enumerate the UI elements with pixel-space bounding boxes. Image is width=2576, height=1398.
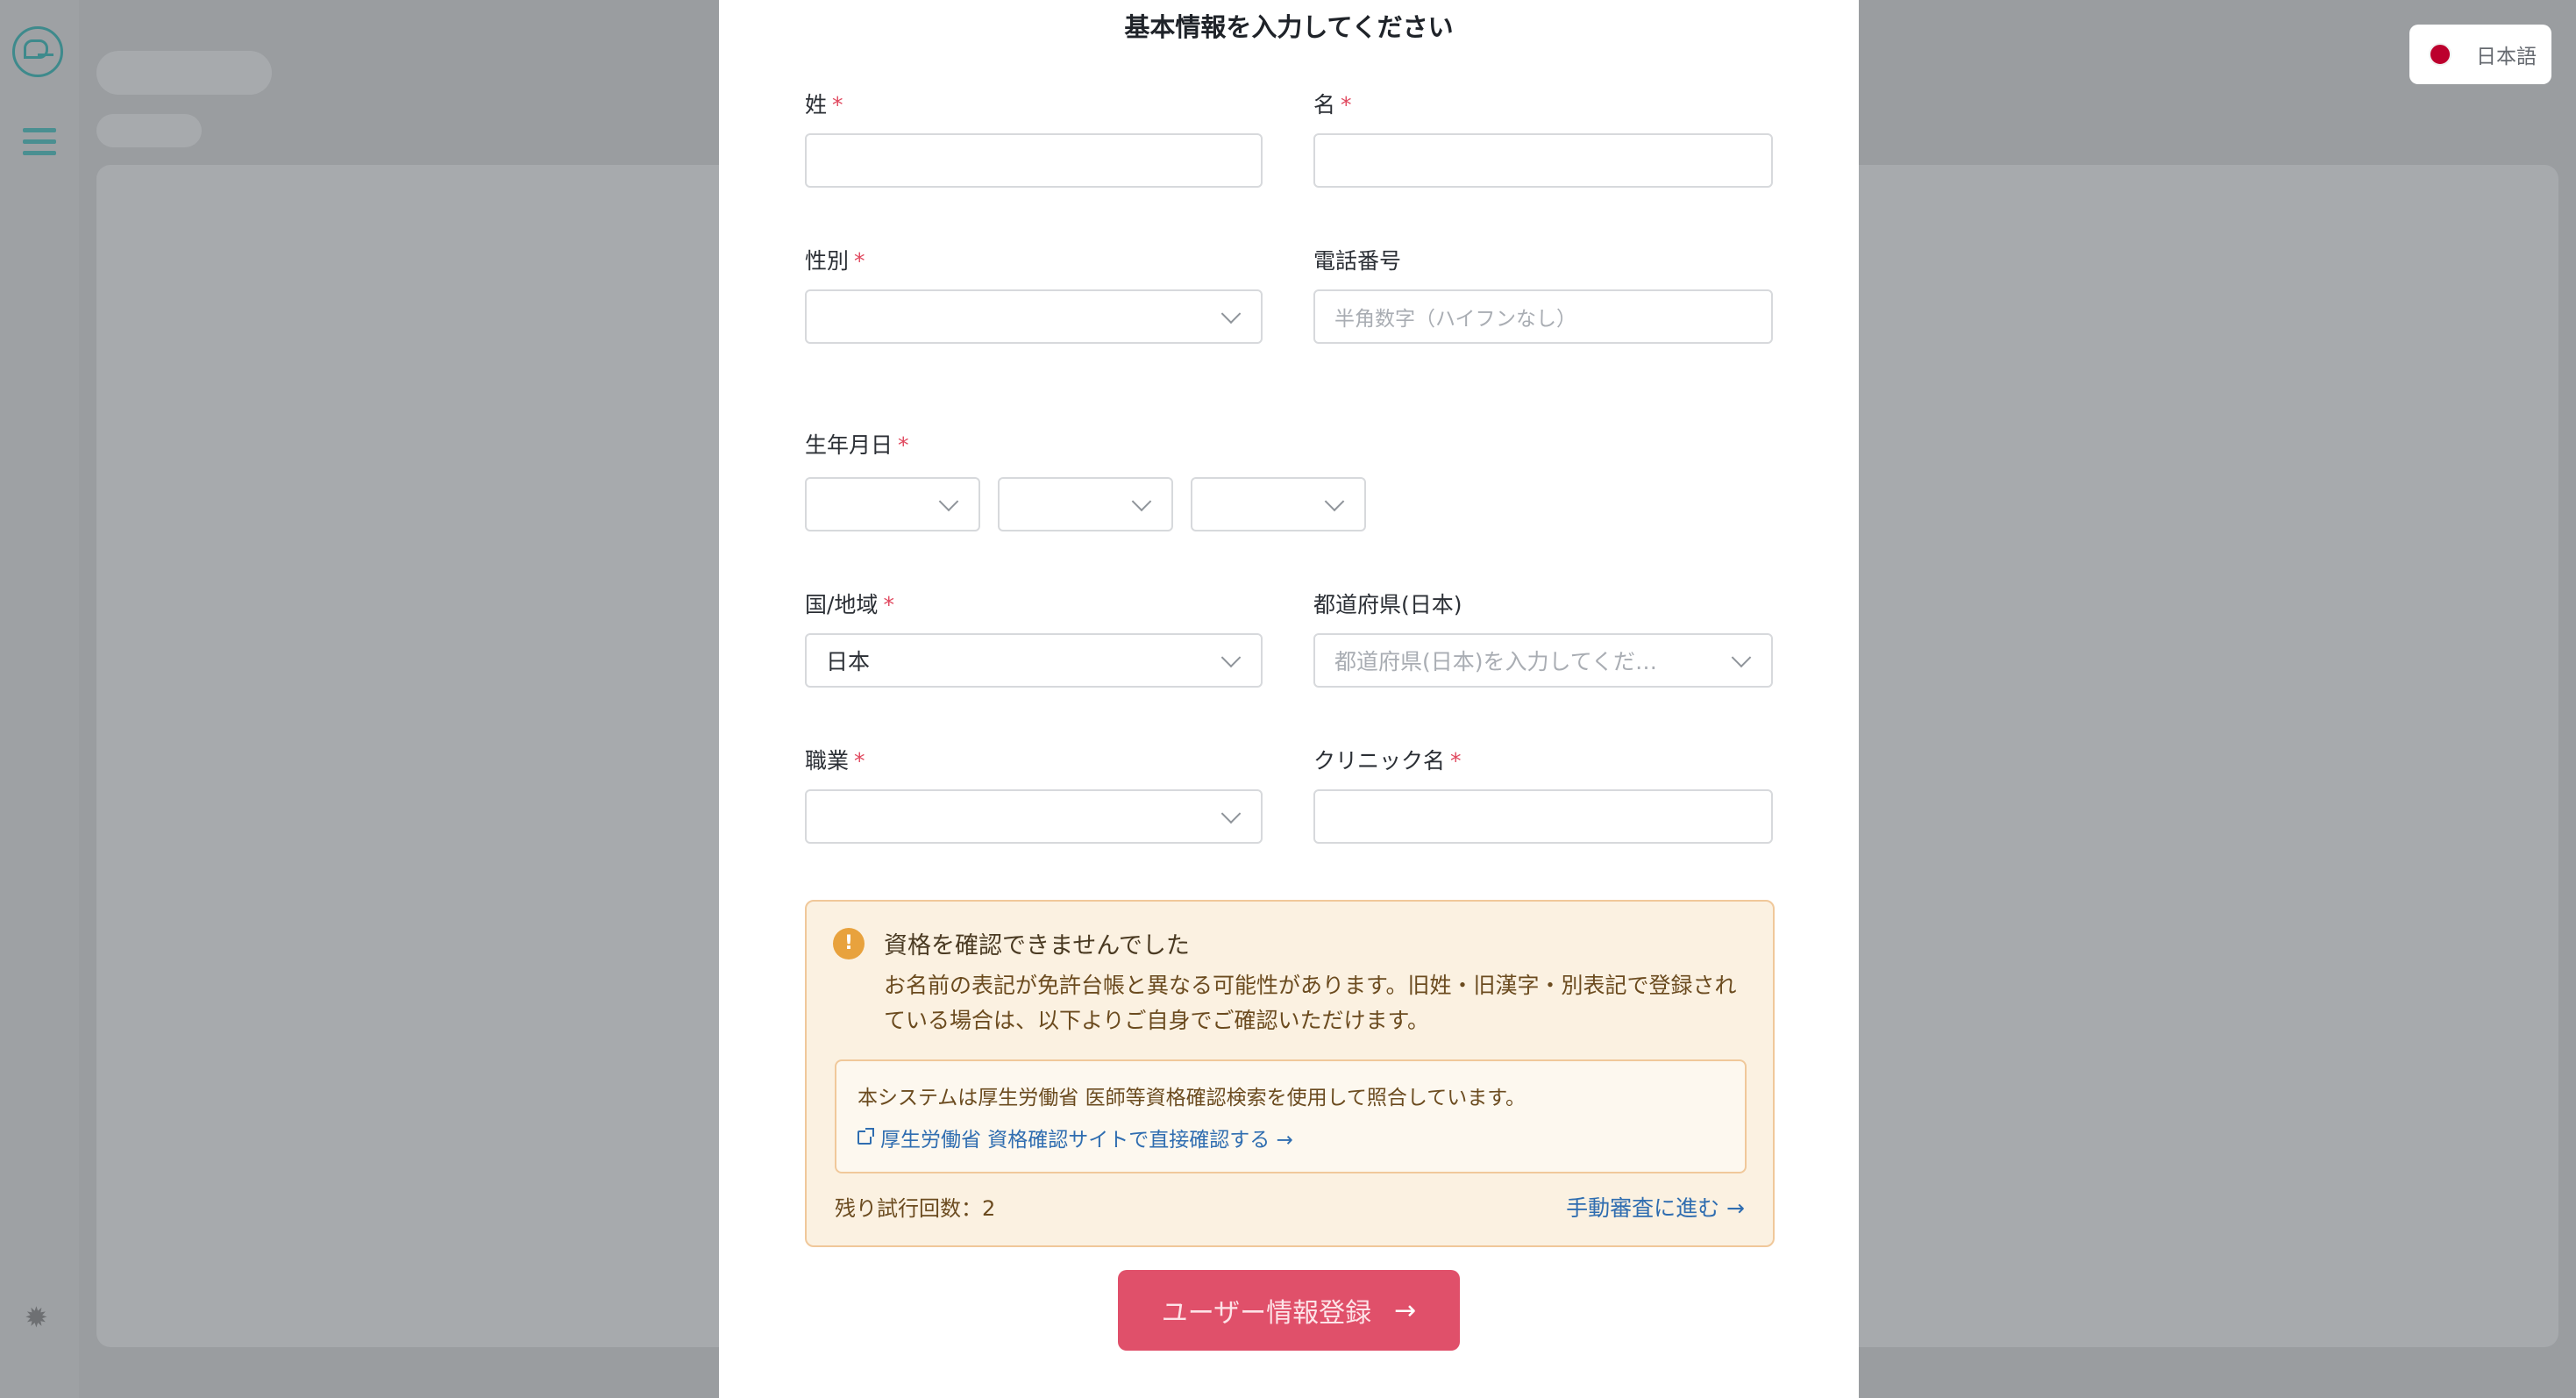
- last-name-label: 姓 *: [805, 92, 843, 118]
- required-mark: *: [1341, 92, 1352, 118]
- modal-title: 基本情報を入力してください: [1124, 12, 1454, 42]
- required-mark: *: [854, 248, 865, 274]
- prefecture-select[interactable]: 都道府県(日本)を入力してくだ…: [1313, 633, 1773, 688]
- first-name-input[interactable]: [1313, 133, 1773, 188]
- phone-input[interactable]: 半角数字（ハイフンなし）: [1313, 289, 1773, 344]
- birthdate-label: 生年月日 *: [805, 432, 909, 458]
- country-select[interactable]: 日本: [805, 633, 1263, 688]
- external-link-icon: [857, 1128, 874, 1145]
- prefecture-label: 都道府県(日本): [1313, 592, 1462, 617]
- language-selector[interactable]: 日本語: [2409, 25, 2551, 84]
- occupation-label: 職業 *: [805, 748, 865, 774]
- required-mark: *: [854, 748, 865, 774]
- remaining-attempts: 残り試行回数：2: [835, 1196, 996, 1221]
- skeleton-title: [96, 51, 272, 95]
- warning-title: 資格を確認できませんでした: [884, 932, 1190, 959]
- mhlw-verify-link-label: 厚生労働省 資格確認サイトで直接確認する →: [880, 1129, 1293, 1152]
- info-box: 本システムは厚生労働省 医師等資格確認検索を使用して照合しています。 厚生労働省…: [835, 1059, 1747, 1173]
- clinic-label: クリニック名 *: [1313, 748, 1462, 774]
- register-user-button-label: ユーザー情報登録: [1161, 1298, 1372, 1329]
- chevron-down-icon: [938, 491, 959, 512]
- required-mark: *: [832, 92, 843, 118]
- warning-icon: !: [833, 928, 865, 959]
- manual-review-link[interactable]: 手動審査に進む →: [1566, 1191, 1745, 1223]
- sidebar: ✹: [0, 0, 79, 1398]
- info-text: 本システムは厚生労働省 医師等資格確認検索を使用して照合しています。: [857, 1087, 1526, 1109]
- gender-label: 性別 *: [805, 248, 865, 274]
- required-mark: *: [883, 592, 894, 617]
- arrow-right-icon: →: [1394, 1295, 1417, 1326]
- last-name-input[interactable]: [805, 133, 1263, 188]
- birth-year-select[interactable]: [805, 477, 980, 531]
- chevron-down-icon: [1131, 491, 1152, 512]
- registration-modal: 基本情報を入力してください 姓 * 名 * 性別 * 電話番号 半角数字（ハイフンなし…: [719, 0, 1859, 1398]
- chevron-down-icon: [1731, 647, 1752, 668]
- birth-month-select[interactable]: [998, 477, 1173, 531]
- language-label: 日本語: [2476, 46, 2537, 68]
- phone-label: 電話番号: [1313, 248, 1402, 274]
- verification-warning: ! 資格を確認できませんでした お名前の表記が免許台帳と異なる可能性があります。…: [805, 900, 1775, 1247]
- japan-flag-icon: [2429, 43, 2451, 66]
- birth-day-select[interactable]: [1191, 477, 1366, 531]
- clinic-input[interactable]: [1313, 789, 1773, 844]
- skeleton-subtitle: [96, 114, 202, 147]
- app-logo: [12, 26, 63, 77]
- mhlw-verify-link[interactable]: 厚生労働省 資格確認サイトで直接確認する →: [857, 1123, 1293, 1152]
- gender-select[interactable]: [805, 289, 1263, 344]
- first-name-label: 名 *: [1313, 92, 1352, 118]
- chevron-down-icon: [1220, 803, 1242, 824]
- chevron-down-icon: [1324, 491, 1345, 512]
- chevron-down-icon: [1220, 647, 1242, 668]
- required-mark: *: [1450, 748, 1462, 774]
- menu-icon[interactable]: [23, 128, 56, 158]
- country-label: 国/地域 *: [805, 592, 894, 617]
- register-user-button[interactable]: ユーザー情報登録 →: [1118, 1270, 1460, 1351]
- chevron-down-icon: [1220, 303, 1242, 325]
- occupation-select[interactable]: [805, 789, 1263, 844]
- gear-icon[interactable]: ✹: [25, 1303, 48, 1331]
- required-mark: *: [898, 432, 909, 458]
- warning-body: お名前の表記が免許台帳と異なる可能性があります。旧姓・旧漢字・別表記で登録されて…: [884, 973, 1737, 1033]
